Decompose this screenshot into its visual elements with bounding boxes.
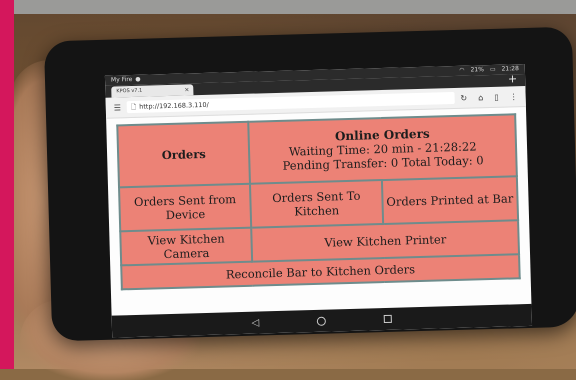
accent-bar: [0, 0, 14, 369]
browser-tab[interactable]: KPOS v7.1 ×: [111, 84, 194, 98]
tab-title: KPOS v7.1: [116, 87, 143, 95]
pos-page: Orders Online Orders Waiting Time: 20 mi…: [106, 107, 531, 291]
home-icon[interactable]: ⌂: [478, 93, 483, 102]
pos-menu-table: Orders Online Orders Waiting Time: 20 mi…: [116, 113, 520, 290]
carrier-label: My Fire: [110, 75, 133, 84]
tablet-screen: My Fire ● ◠ 21% ▭ 21:28 KPOS v7.1 × + ☰ …: [104, 64, 533, 338]
more-icon[interactable]: ⋮: [510, 92, 518, 101]
orders-button[interactable]: Orders: [117, 121, 251, 188]
online-orders-panel[interactable]: Online Orders Waiting Time: 20 min - 21:…: [248, 114, 517, 184]
back-icon[interactable]: ◁: [251, 317, 259, 328]
reload-icon[interactable]: ↻: [460, 93, 467, 102]
url-text: http://192.168.3.110/: [139, 100, 209, 111]
orders-sent-to-kitchen-button[interactable]: Orders Sent To Kitchen: [250, 180, 383, 228]
battery-label: 21%: [470, 66, 485, 74]
bookmark-icon[interactable]: ▯: [494, 92, 499, 101]
orders-sent-from-device-button[interactable]: Orders Sent from Device: [119, 183, 252, 232]
battery-icon: ▭: [489, 65, 496, 73]
lock-icon: 🗋: [130, 102, 137, 112]
wifi-icon: ◠: [459, 66, 465, 74]
new-tab-icon[interactable]: +: [508, 72, 518, 85]
home-circle-icon[interactable]: [317, 316, 327, 326]
top-band: [0, 0, 576, 14]
tablet: My Fire ● ◠ 21% ▭ 21:28 KPOS v7.1 × + ☰ …: [43, 26, 576, 342]
notification-icon: ●: [135, 75, 141, 83]
orders-printed-at-bar-button[interactable]: Orders Printed at Bar: [381, 176, 519, 225]
close-icon[interactable]: ×: [184, 84, 189, 95]
view-kitchen-camera-button[interactable]: View Kitchen Camera: [120, 227, 253, 266]
recents-icon[interactable]: [384, 314, 393, 324]
menu-icon[interactable]: ☰: [114, 103, 121, 112]
